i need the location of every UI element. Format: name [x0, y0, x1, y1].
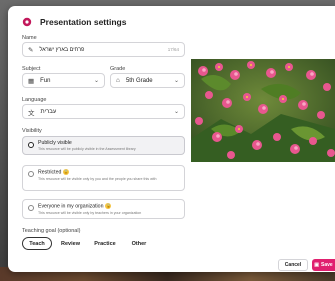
presentation-settings-dialog: Presentation settings Name ✎ פרחים בארץ …: [8, 6, 335, 272]
visibility-option-desc: This resource will be visible only by yo…: [38, 177, 157, 181]
visibility-option-organization[interactable]: Everyone in my organization 🔒 This resour…: [22, 199, 185, 219]
name-label: Name: [22, 35, 37, 41]
chevron-down-icon: ⌄: [173, 109, 179, 115]
cover-image[interactable]: [191, 59, 335, 162]
visibility-option-title: Everyone in my organization 🔒: [38, 203, 112, 210]
grade-select[interactable]: ⌂ 5th Grade ⌄: [110, 73, 185, 88]
chip-other[interactable]: Other: [125, 237, 153, 250]
save-icon: ▣: [314, 262, 320, 268]
subject-label: Subject: [22, 66, 41, 72]
grade-label: Grade: [110, 66, 126, 72]
language-label: Language: [22, 97, 47, 103]
chip-review[interactable]: Review: [56, 237, 85, 250]
pencil-icon: ✎: [28, 46, 34, 54]
chevron-down-icon: ⌄: [93, 78, 99, 84]
dialog-title: Presentation settings: [40, 17, 127, 27]
chip-practice[interactable]: Practice: [88, 237, 122, 250]
grade-value: 5th Grade: [125, 77, 153, 84]
save-button[interactable]: ▣ Save: [312, 259, 335, 271]
visibility-option-restricted[interactable]: Restricted 🔒 This resource will be visibl…: [22, 165, 185, 191]
cancel-button[interactable]: Cancel: [278, 259, 308, 271]
character-count: 17/64: [167, 47, 179, 52]
settings-cog-icon: [22, 17, 32, 27]
save-label: Save: [321, 262, 333, 268]
visibility-label: Visibility: [22, 128, 42, 134]
radio-selected[interactable]: [28, 142, 34, 148]
visibility-option-title: Publicly visible: [38, 140, 72, 146]
radio-unselected[interactable]: [28, 205, 34, 211]
name-input[interactable]: ✎ פרחים בארץ ישראל 17/64: [22, 42, 185, 57]
subject-select[interactable]: ▦ Fun ⌄: [22, 73, 105, 88]
calendar-icon: ▦: [28, 77, 35, 85]
translate-icon: 文: [28, 109, 35, 117]
language-select[interactable]: 文 עברית ⌄: [22, 104, 185, 119]
lock-icon: 🔒: [105, 203, 112, 209]
dialog-header: Presentation settings: [22, 17, 126, 27]
visibility-option-title: Restricted 🔒: [38, 169, 70, 176]
radio-unselected[interactable]: [28, 171, 34, 177]
graduation-cap-icon: ⌂: [116, 77, 120, 84]
visibility-option-public[interactable]: Publicly visible This resource will be p…: [22, 136, 185, 155]
chip-teach[interactable]: Teach: [22, 237, 52, 250]
chevron-down-icon: ⌄: [173, 78, 179, 84]
subject-value: Fun: [40, 77, 51, 84]
language-value: עברית: [40, 108, 57, 115]
visibility-option-desc: This resource will be publicly visible i…: [38, 147, 136, 151]
teaching-goal-label: Teaching goal (optional): [22, 228, 81, 234]
name-value: פרחים בארץ ישראל: [39, 46, 85, 53]
lock-icon: 🔒: [63, 169, 70, 175]
visibility-option-desc: This resource will be visible only by te…: [38, 211, 142, 215]
